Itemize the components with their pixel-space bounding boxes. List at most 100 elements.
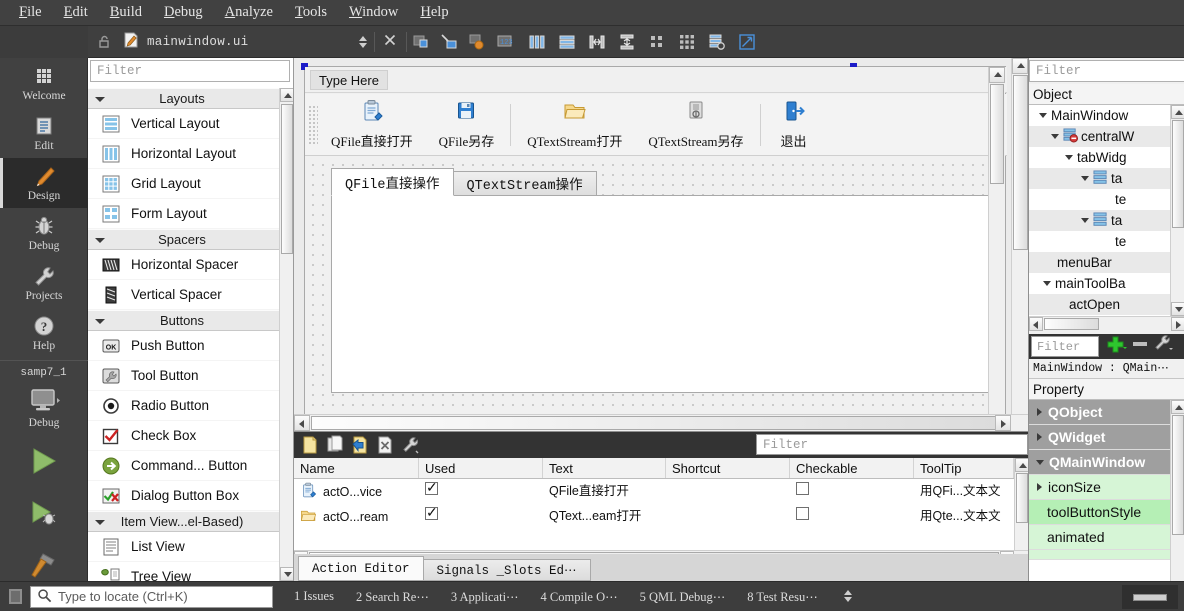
property-editor-filter-input[interactable]: Filter <box>1031 336 1099 357</box>
cell-used[interactable] <box>419 504 543 529</box>
kit-selector[interactable]: Debug <box>0 379 88 437</box>
mode-welcome[interactable]: Welcome <box>0 58 88 108</box>
menubar-type-here[interactable]: Type Here <box>310 70 388 90</box>
progress-indicator[interactable] <box>1122 585 1178 609</box>
layout-grid-icon[interactable] <box>678 33 696 51</box>
used-checkbox[interactable] <box>425 504 438 520</box>
scroll-thumb[interactable] <box>1044 318 1099 330</box>
property-row-iconsize[interactable]: iconSize <box>1029 475 1171 500</box>
output-pane-issues[interactable]: 1 Issues <box>285 587 343 606</box>
sidebar-toggle-button[interactable] <box>0 582 30 611</box>
toolbar-drag-grip[interactable] <box>308 104 318 145</box>
output-pane-qml-debug[interactable]: 5 QML Debug⋯ <box>631 587 735 607</box>
property-editor-vscrollbar[interactable] <box>1170 400 1184 596</box>
property-row-toolbuttonstyle[interactable]: toolButtonStyle <box>1029 500 1171 525</box>
object-row-textedit1[interactable]: te <box>1029 189 1171 210</box>
table-row[interactable]: actO...ream QText...eam打开 用Qte...文本文 <box>294 504 1028 529</box>
widget-category-spacers[interactable]: Spacers <box>88 229 280 250</box>
scroll-up-button[interactable] <box>1171 400 1184 414</box>
layout-vertical-icon[interactable] <box>558 33 576 51</box>
chevron-down-icon[interactable] <box>1065 155 1073 160</box>
column-header-tooltip[interactable]: ToolTip <box>914 458 1014 478</box>
copy-action-icon[interactable] <box>325 435 345 455</box>
widget-item-push-button[interactable]: OK Push Button <box>88 331 280 361</box>
scroll-thumb[interactable] <box>990 84 1004 184</box>
scroll-left-button[interactable] <box>294 415 310 431</box>
widget-box-filter-input[interactable]: Filter <box>90 60 290 82</box>
scroll-up-button[interactable] <box>1171 105 1184 119</box>
action-editor-filter-input[interactable]: Filter <box>756 434 1028 455</box>
object-inspector-filter-input[interactable]: Filter <box>1029 60 1184 82</box>
widget-item-horizontal-layout[interactable]: Horizontal Layout <box>88 139 280 169</box>
property-row-partial[interactable] <box>1029 550 1171 560</box>
scroll-thumb[interactable] <box>1013 75 1028 250</box>
updown-arrows-icon[interactable] <box>841 588 855 606</box>
menu-edit[interactable]: Edit <box>53 2 99 23</box>
object-inspector-hscrollbar[interactable] <box>1029 316 1184 331</box>
menu-tools[interactable]: Tools <box>284 2 338 23</box>
object-row-textedit2[interactable]: te <box>1029 231 1171 252</box>
layout-splitter-v-icon[interactable] <box>618 33 636 51</box>
menu-file[interactable]: File <box>8 2 53 23</box>
menu-analyze[interactable]: Analyze <box>214 2 284 23</box>
scroll-thumb[interactable] <box>1016 473 1028 523</box>
widget-item-horizontal-spacer[interactable]: Horizontal Spacer <box>88 250 280 280</box>
mode-edit[interactable]: Edit <box>0 108 88 158</box>
toolbar-action-qtextstream-open[interactable]: QTextStream打开 <box>514 97 635 152</box>
form-toolbar[interactable]: QFile直接打开 QFile另存 QTextStream打开 QTextStr… <box>305 94 1007 156</box>
unlock-icon[interactable] <box>96 34 112 50</box>
close-icon[interactable] <box>381 32 399 50</box>
mode-design[interactable]: Design <box>0 158 88 208</box>
object-row-menubar[interactable]: menuBar <box>1029 252 1171 273</box>
form-tab-qfile[interactable]: QFile直接操作 <box>331 168 454 196</box>
chevron-right-icon[interactable] <box>1037 483 1042 491</box>
widget-box-list[interactable]: Layouts Vertical Layout Horizontal Layou… <box>88 88 280 581</box>
output-pane-application-output[interactable]: 3 Applicati⋯ <box>442 587 528 607</box>
widget-item-vertical-layout[interactable]: Vertical Layout <box>88 109 280 139</box>
scroll-thumb[interactable] <box>311 416 1001 430</box>
property-group-qobject[interactable]: QObject <box>1029 400 1171 425</box>
checkable-checkbox[interactable] <box>796 482 809 495</box>
start-debugging-button[interactable] <box>0 489 88 541</box>
object-inspector-tree[interactable]: MainWindow centralW tabWidg ta te ta te … <box>1029 105 1171 316</box>
scroll-right-button[interactable] <box>995 415 1011 431</box>
toolbar-action-qfile-open[interactable]: QFile直接打开 <box>318 97 426 152</box>
output-pane-compile-output[interactable]: 4 Compile O⋯ <box>532 587 627 607</box>
minus-icon[interactable] <box>1131 335 1149 358</box>
column-header-shortcut[interactable]: Shortcut <box>666 458 790 478</box>
toolbar-action-qfile-saveas[interactable]: QFile另存 <box>426 97 508 152</box>
chevron-right-icon[interactable] <box>1037 408 1042 416</box>
chevron-down-icon[interactable] <box>1081 176 1089 181</box>
form-menubar[interactable]: Type Here <box>305 67 1007 93</box>
edit-action-icon[interactable] <box>350 435 370 455</box>
cell-shortcut[interactable] <box>666 504 790 529</box>
cell-used[interactable] <box>419 479 543 504</box>
mode-help[interactable]: ? Help <box>0 308 88 358</box>
column-header-used[interactable]: Used <box>419 458 543 478</box>
scroll-thumb[interactable] <box>1172 120 1184 228</box>
scroll-up-button[interactable] <box>989 67 1005 83</box>
form-area-vscrollbar[interactable] <box>1011 58 1028 431</box>
object-inspector-vscrollbar[interactable] <box>1170 105 1184 316</box>
column-header-checkable[interactable]: Checkable <box>790 458 914 478</box>
widget-item-list-view[interactable]: List View <box>88 532 280 562</box>
table-row[interactable]: actO...vice QFile直接打开 用QFi...文本文 <box>294 479 1028 504</box>
object-row-tab1[interactable]: ta <box>1029 168 1171 189</box>
used-checkbox[interactable] <box>425 479 438 495</box>
action-editor-vscrollbar[interactable] <box>1014 458 1029 565</box>
tab-signals-slots-editor[interactable]: Signals _Slots Ed⋯ <box>422 559 591 581</box>
object-row-tab2[interactable]: ta <box>1029 210 1171 231</box>
cell-text[interactable]: QFile直接打开 <box>543 479 666 504</box>
widget-category-item-views[interactable]: Item View...el-Based) <box>88 511 280 532</box>
locator-input[interactable]: Type to locate (Ctrl+K) <box>30 585 273 608</box>
cell-shortcut[interactable] <box>666 479 790 504</box>
form-area-hscrollbar[interactable] <box>294 414 1028 431</box>
mode-projects[interactable]: Projects <box>0 258 88 308</box>
chevron-down-icon[interactable] <box>1039 113 1047 118</box>
property-editor-list[interactable]: QObject QWidget QMainWindow iconSize too… <box>1029 400 1171 611</box>
adjust-size-icon[interactable] <box>412 33 430 51</box>
checkable-checkbox[interactable] <box>796 507 809 520</box>
property-group-qwidget[interactable]: QWidget <box>1029 425 1171 450</box>
wrench-icon[interactable] <box>1153 335 1173 358</box>
cell-text[interactable]: QText...eam打开 <box>543 504 666 529</box>
